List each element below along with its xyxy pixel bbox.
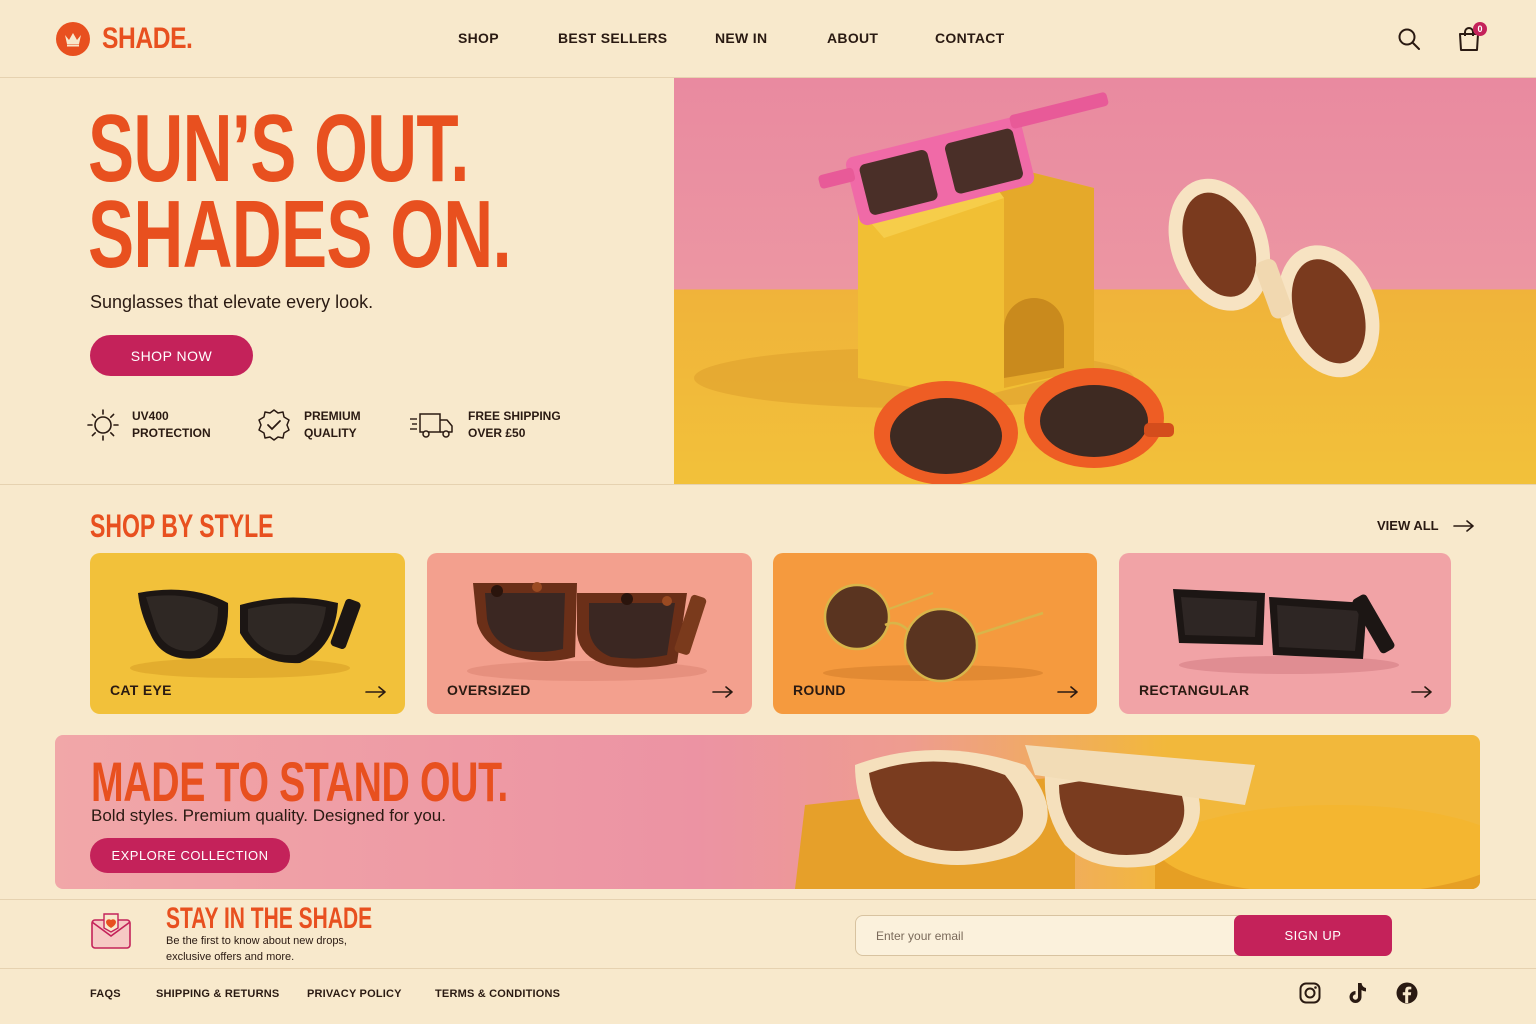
feature-shipping-line2: OVER £50 [468, 426, 526, 440]
feature-uv: UV400 PROTECTION [86, 408, 252, 442]
newsletter-subtitle-line2: exclusive offers and more. [166, 951, 295, 963]
section-divider [0, 484, 1536, 485]
section-divider [0, 968, 1536, 969]
nav-shop[interactable]: SHOP [458, 30, 499, 46]
nav-contact[interactable]: CONTACT [935, 30, 1005, 46]
style-card-label: CAT EYE [110, 682, 172, 698]
instagram-icon[interactable] [1299, 982, 1321, 1004]
nav-best-sellers[interactable]: BEST SELLERS [558, 30, 667, 46]
banner-title: MADE TO STAND OUT. [91, 750, 508, 813]
truck-icon [410, 413, 453, 438]
explore-collection-button[interactable]: EXPLORE COLLECTION [90, 838, 290, 873]
arrow-right-icon [1057, 686, 1078, 698]
arrow-right-icon [1452, 519, 1474, 532]
style-card-label: RECTANGULAR [1139, 682, 1250, 698]
main-nav: SHOP BEST SELLERS NEW IN ABOUT CONTACT [0, 30, 1536, 50]
hero-title: SUN’S OUT. SHADES ON. [88, 101, 512, 283]
arrow-right-icon [712, 686, 733, 698]
newsletter-subtitle: Be the first to know about new drops, ex… [166, 933, 396, 965]
newsletter-subtitle-line1: Be the first to know about new drops, [166, 935, 347, 947]
footer-link-terms[interactable]: TERMS & CONDITIONS [435, 988, 560, 1000]
cart-button[interactable]: 0 [1457, 22, 1487, 57]
hero-subtitle: Sunglasses that elevate every look. [90, 292, 374, 312]
footer-link-privacy[interactable]: PRIVACY POLICY [307, 988, 402, 1000]
quality-badge-icon [258, 409, 290, 441]
feature-uv-line2: PROTECTION [132, 426, 211, 440]
feature-quality-line1: PREMIUM [304, 409, 361, 423]
tiktok-icon[interactable] [1348, 982, 1368, 1004]
footer-link-faqs[interactable]: FAQS [90, 988, 121, 1000]
nav-new-in[interactable]: NEW IN [715, 30, 767, 46]
footer-link-shipping[interactable]: SHIPPING & RETURNS [156, 988, 279, 1000]
arrow-right-icon [1411, 686, 1432, 698]
feature-quality: PREMIUM QUALITY [256, 408, 424, 442]
view-all-label: VIEW ALL [1377, 518, 1439, 533]
shop-by-style-title: SHOP BY STYLE [90, 508, 274, 544]
newsletter-title: STAY IN THE SHADE [166, 902, 373, 935]
sun-icon [87, 409, 119, 441]
style-card-rectangular[interactable]: RECTANGULAR [1119, 553, 1451, 714]
view-all-link[interactable]: VIEW ALL [1377, 518, 1475, 533]
style-card-label: ROUND [793, 682, 846, 698]
style-card-oversized[interactable]: OVERSIZED [427, 553, 752, 714]
envelope-icon [91, 913, 131, 949]
nav-about[interactable]: ABOUT [827, 30, 878, 46]
banner-subtitle: Bold styles. Premium quality. Designed f… [91, 806, 446, 825]
sign-up-button[interactable]: SIGN UP [1234, 915, 1392, 956]
feature-quality-line2: QUALITY [304, 426, 357, 440]
banner-image [795, 745, 1480, 889]
shop-now-button[interactable]: SHOP NOW [90, 335, 253, 376]
email-field[interactable] [856, 916, 1236, 955]
search-icon[interactable] [1397, 27, 1421, 56]
site-header: SHADE. SHOP BEST SELLERS NEW IN ABOUT CO… [0, 0, 1536, 78]
facebook-icon[interactable] [1396, 982, 1418, 1004]
style-card-label: OVERSIZED [447, 682, 531, 698]
promo-banner: MADE TO STAND OUT. Bold styles. Premium … [55, 735, 1480, 889]
hero-image [674, 78, 1536, 485]
cart-count-badge: 0 [1473, 22, 1487, 36]
feature-uv-line1: UV400 [132, 409, 169, 423]
feature-shipping-line1: FREE SHIPPING [468, 409, 561, 423]
hero-title-line2: SHADES ON. [88, 181, 512, 288]
feature-shipping: FREE SHIPPING OVER £50 [408, 408, 588, 442]
hero-section: SUN’S OUT. SHADES ON. Sunglasses that el… [0, 78, 674, 485]
section-divider [0, 899, 1536, 900]
arrow-right-icon [365, 686, 386, 698]
style-card-cat-eye[interactable]: CAT EYE [90, 553, 405, 714]
style-card-round[interactable]: ROUND [773, 553, 1097, 714]
